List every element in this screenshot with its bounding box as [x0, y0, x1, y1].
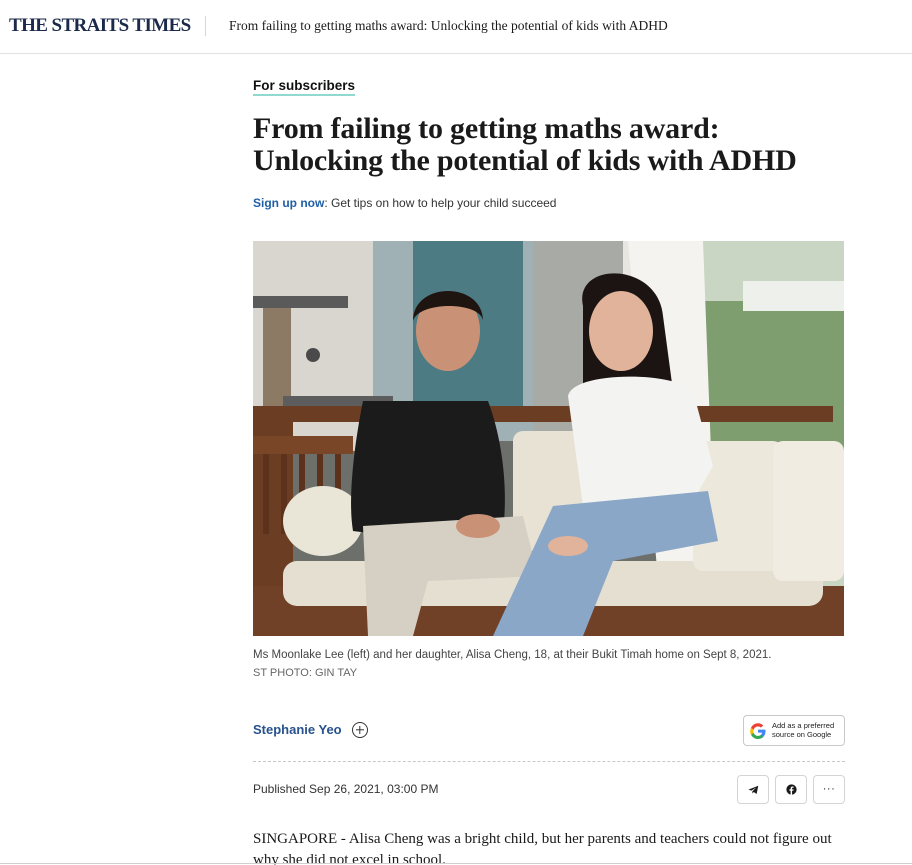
plus-circle-icon[interactable] — [352, 722, 368, 738]
subscribers-label[interactable]: For subscribers — [253, 78, 356, 96]
signup-text: : Get tips on how to help your child suc… — [324, 196, 557, 210]
header-article-title: From failing to getting maths award: Unl… — [229, 18, 668, 33]
published-date: Published Sep 26, 2021, 03:00 PM — [253, 782, 439, 796]
bottom-divider — [0, 863, 912, 864]
more-icon[interactable]: ··· — [813, 775, 845, 804]
signup-link[interactable]: Sign up now — [253, 196, 324, 210]
dashed-divider — [253, 761, 845, 762]
article-body-paragraph: SINGAPORE - Alisa Cheng was a bright chi… — [253, 831, 832, 865]
google-button-label: Add as a preferred source on Google — [772, 721, 835, 739]
photo-caption: Ms Moonlake Lee (left) and her daughter,… — [253, 649, 772, 661]
photo-credit: ST PHOTO: GIN TAY — [253, 667, 358, 679]
telegram-icon — [747, 785, 758, 794]
google-g-icon — [750, 723, 766, 739]
top-bar: THE STRAITS TIMES From failing to gettin… — [0, 0, 912, 54]
facebook-icon — [785, 784, 797, 795]
share-facebook-button[interactable] — [775, 775, 807, 804]
share-telegram-button[interactable] — [737, 775, 769, 804]
signup-line: Sign up now: Get tips on how to help you… — [253, 196, 556, 210]
photo-illustration — [253, 241, 844, 636]
header-divider — [205, 16, 206, 36]
google-preferred-source-button[interactable]: Add as a preferred source on Google — [743, 715, 845, 746]
article-headline: From failing to getting maths award: Unl… — [253, 112, 797, 177]
article-photo — [253, 241, 844, 636]
author-name[interactable]: Stephanie Yeo — [253, 722, 342, 737]
site-logo[interactable]: THE STRAITS TIMES — [9, 15, 191, 37]
